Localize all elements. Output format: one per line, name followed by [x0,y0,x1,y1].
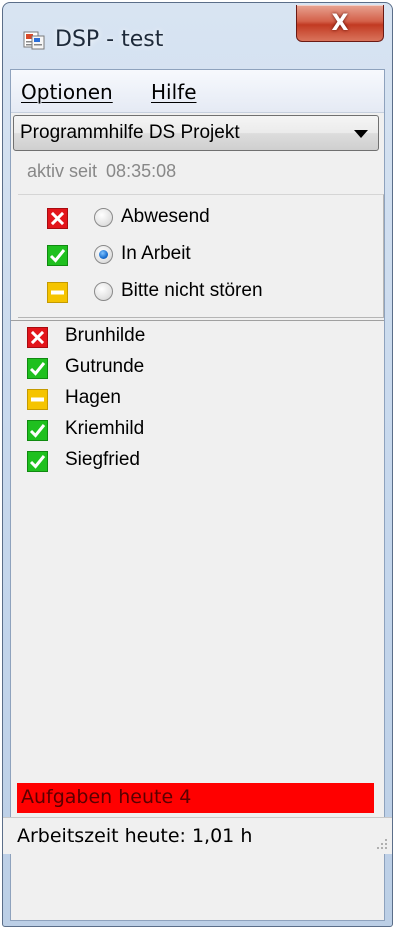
project-dropdown-value: Programmhilfe DS Projekt [20,122,240,143]
red-x-icon [27,327,48,348]
status-option-in-arbeit[interactable]: In Arbeit [18,242,383,272]
close-button[interactable]: X [296,5,384,42]
green-check-icon [27,358,48,379]
list-item[interactable]: Hagen [11,383,384,413]
list-item[interactable]: Kriemhild [11,414,384,444]
chevron-down-icon[interactable] [354,130,368,138]
active-since-time: 08:35:08 [106,161,177,181]
active-since-label: aktiv seit [27,161,98,181]
status-option-bitte-nicht-stoeren[interactable]: Bitte nicht stören [18,279,383,309]
list-item[interactable]: Brunhilde [11,321,384,351]
yellow-minus-icon [27,389,48,410]
tasks-count-text: Aufgaben heute 4 [21,786,192,808]
menu-bar: Optionen Hilfe [11,70,384,113]
user-name: Siegfried [65,449,140,470]
menu-optionen-label: Optionen [21,80,113,104]
user-list: Brunhilde Gutrunde Hagen Kriemhild Siegf… [11,320,384,472]
menu-hilfe-label: Hilfe [151,80,197,104]
red-x-icon [47,208,68,229]
status-label-in-arbeit: In Arbeit [121,243,191,264]
close-icon: X [331,10,349,36]
app-icon [23,31,45,50]
user-name: Gutrunde [65,356,145,377]
radio-bitte-nicht-stoeren[interactable] [94,282,113,301]
window-title: DSP - test [55,27,164,52]
status-bar: Arbeitszeit heute: 1,01 h [3,817,392,854]
menu-hilfe[interactable]: Hilfe [151,80,197,104]
green-check-icon [27,420,48,441]
user-name: Kriemhild [65,418,145,439]
active-since-text: aktiv seit 08:35:08 [27,161,176,182]
status-label-abwesend: Abwesend [121,206,210,227]
menu-optionen[interactable]: Optionen [21,80,113,104]
title-bar[interactable]: DSP - test X [3,3,392,67]
list-item[interactable]: Gutrunde [11,352,384,382]
work-time-text: Arbeitszeit heute: 1,01 h [17,825,253,847]
user-name: Brunhilde [65,325,146,346]
green-check-icon [47,245,68,266]
status-radio-group: Abwesend In Arbeit Bitte nicht stören [18,194,384,318]
tasks-alert-bar[interactable]: Aufgaben heute 4 [17,783,374,813]
project-dropdown[interactable]: Programmhilfe DS Projekt [13,115,379,151]
list-item[interactable]: Siegfried [11,445,384,475]
resize-grip-icon[interactable] [374,836,388,850]
user-name: Hagen [65,387,121,408]
radio-abwesend[interactable] [94,208,113,227]
green-check-icon [27,451,48,472]
yellow-minus-icon [47,282,68,303]
status-label-bitte-nicht-stoeren: Bitte nicht stören [121,280,263,301]
app-window: DSP - test X Optionen Hilfe Programmhilf… [2,2,393,927]
radio-in-arbeit[interactable] [94,245,113,264]
status-option-abwesend[interactable]: Abwesend [18,205,383,235]
